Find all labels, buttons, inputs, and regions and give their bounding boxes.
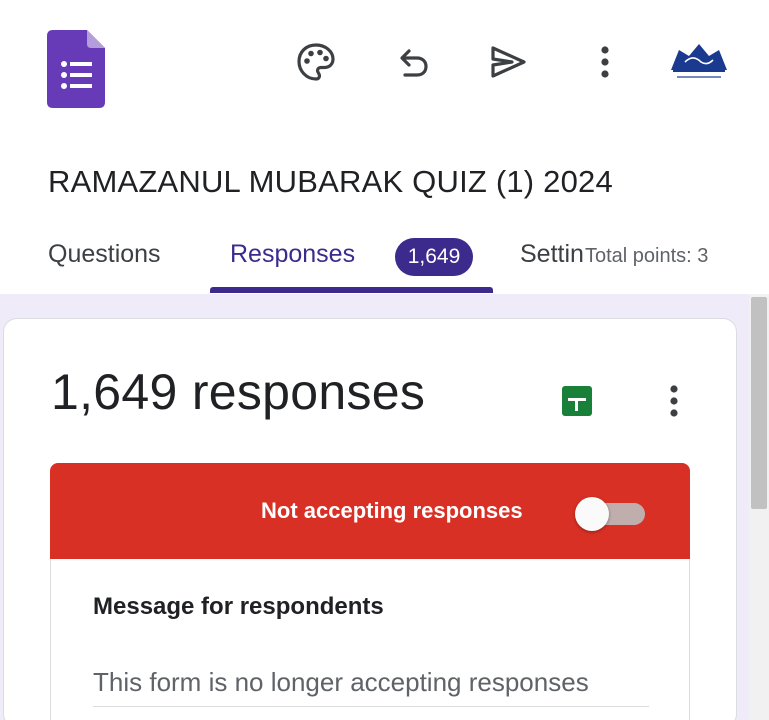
message-input[interactable] [93,659,649,707]
active-tab-indicator [210,287,493,293]
more-vert-icon[interactable] [583,40,627,84]
account-avatar-logo[interactable] [666,38,732,86]
undo-icon[interactable] [391,40,435,84]
responses-more-icon[interactable] [654,377,694,425]
toggle-knob [575,497,609,531]
tab-settings[interactable]: Settings [520,240,583,269]
scrollbar-thumb[interactable] [751,297,767,509]
message-title: Message for respondents [93,593,384,620]
accepting-responses-label: Not accepting responses [261,498,523,523]
tab-questions[interactable]: Questions [48,240,161,269]
accepting-responses-toggle[interactable] [575,497,649,531]
total-points-label: Total points: 3 [585,245,709,267]
google-sheets-icon[interactable] [557,381,597,421]
message-section: Message for respondents [50,559,690,720]
send-icon[interactable] [486,40,530,84]
accepting-responses-banner: Not accepting responses [50,463,690,559]
google-forms-icon[interactable] [47,30,105,108]
responses-count-heading: 1,649 responses [51,364,426,420]
palette-icon[interactable] [294,40,338,84]
form-header: RAMAZANUL MUBARAK QUIZ (1) 2024 Question… [0,0,769,295]
form-tabs: Questions Responses 1,649 Settings Total… [0,232,769,294]
form-title: RAMAZANUL MUBARAK QUIZ (1) 2024 [48,164,613,199]
tab-responses[interactable]: Responses [230,240,355,269]
responses-count-badge: 1,649 [395,238,473,276]
responses-card: 1,649 responses Not accepting responses … [3,318,737,720]
